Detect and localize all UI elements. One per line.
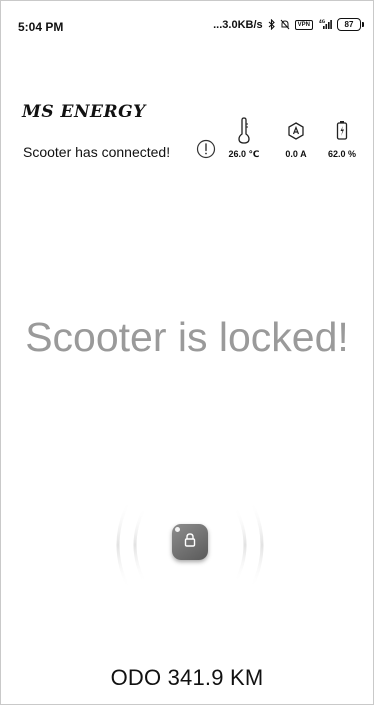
status-battery-level: 87 (344, 20, 354, 29)
brand-logo: MS ENERGY (22, 102, 146, 122)
status-battery: 87 (337, 18, 364, 31)
thermometer-icon (223, 117, 265, 145)
current-metric: 0.0 A (275, 117, 317, 159)
mute-bell-icon (280, 19, 290, 30)
temperature-value: 26.0 ℃ (228, 149, 260, 159)
info-icon[interactable] (196, 139, 216, 159)
status-bar: 5:04 PM ...3.0KB/s VPN 4G 87 (1, 1, 373, 37)
status-time: 5:04 PM (18, 20, 64, 34)
connection-status: Scooter has connected! (23, 144, 171, 160)
battery-metric: 62.0 % (321, 117, 363, 159)
lock-control (115, 497, 265, 593)
status-icons: ...3.0KB/s VPN 4G 87 (213, 18, 364, 31)
vpn-badge: VPN (294, 19, 313, 30)
current-icon (275, 117, 317, 145)
current-value: 0.0 A (285, 149, 307, 159)
bluetooth-icon (268, 19, 275, 30)
battery-value: 62.0 % (327, 149, 357, 159)
app-screen: 5:04 PM ...3.0KB/s VPN 4G 87 MS ENERGY S… (0, 0, 374, 705)
odometer-reading: ODO 341.9 KM (110, 665, 264, 690)
battery-icon (321, 117, 363, 145)
svg-text:4G: 4G (319, 19, 325, 24)
lock-status-message: Scooter is locked! (25, 314, 349, 360)
temperature-metric: 26.0 ℃ (223, 117, 265, 160)
signal-icon: 4G (318, 19, 332, 30)
network-speed: ...3.0KB/s (213, 18, 263, 31)
lock-toggle-button[interactable] (172, 524, 208, 560)
lock-icon (182, 532, 198, 553)
